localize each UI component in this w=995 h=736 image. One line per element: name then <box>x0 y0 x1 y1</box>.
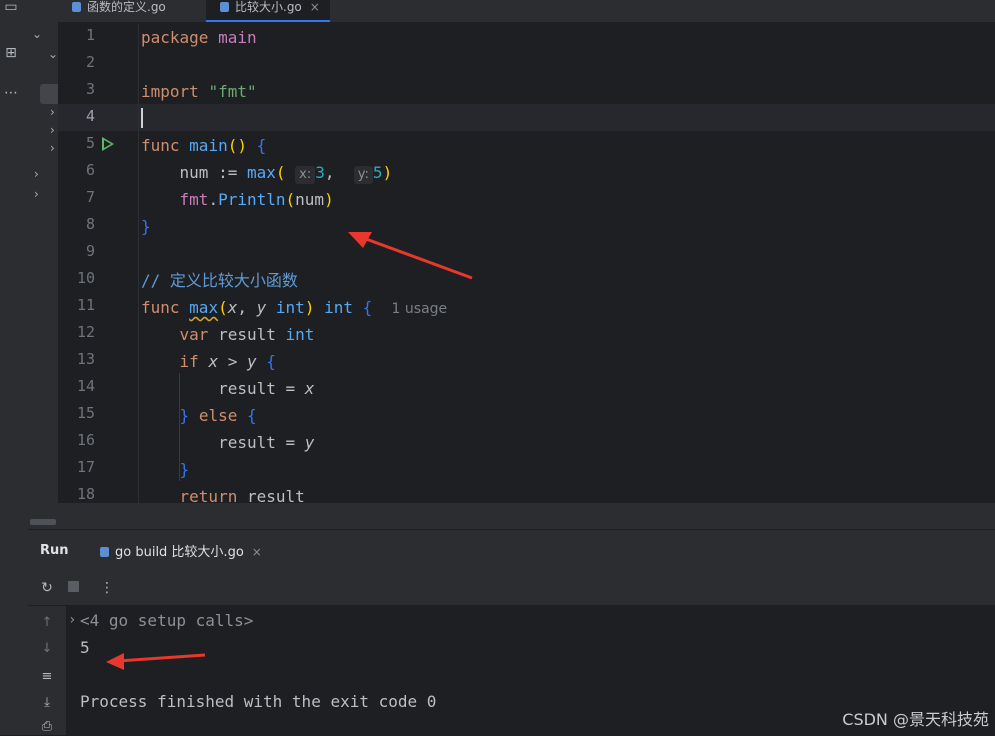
close-icon[interactable]: × <box>310 0 320 14</box>
project-tree: ⌄ ⌄ › › › › › <box>28 0 58 520</box>
line-number: 5 <box>85 134 95 152</box>
program-output: 5 <box>80 638 90 657</box>
stop-icon[interactable] <box>64 579 82 597</box>
soft-wrap-icon[interactable]: ≡ <box>38 668 56 686</box>
editor-tab-bar: 函数的定义.go 比较大小.go × <box>58 0 995 23</box>
rerun-icon[interactable]: ↻ <box>38 579 56 597</box>
line-number: 16 <box>76 431 95 449</box>
structure-icon[interactable]: ⊞ <box>0 42 22 64</box>
chevron-down-icon[interactable]: ⌄ <box>48 46 58 62</box>
line-number: 3 <box>85 80 95 98</box>
line-number: 8 <box>85 215 95 233</box>
code-line-1: package main <box>141 28 257 47</box>
scrollbar-thumb[interactable] <box>30 519 56 525</box>
line-number: 18 <box>76 485 95 503</box>
chevron-right-icon[interactable]: › <box>50 122 55 138</box>
code-line-7: fmt.Println(num) <box>179 190 334 209</box>
chevron-right-icon[interactable]: › <box>50 104 55 120</box>
arrow-up-icon[interactable]: ↑ <box>38 614 56 632</box>
scroll-to-end-icon[interactable]: ⤓ <box>38 694 56 712</box>
more-icon[interactable]: ⋯ <box>0 82 22 104</box>
tab-label: 比较大小.go <box>235 0 302 14</box>
more-options-icon[interactable]: ⋮ <box>98 579 116 597</box>
run-panel-title[interactable]: Run <box>40 543 69 558</box>
chevron-right-icon[interactable]: › <box>34 186 39 202</box>
code-line-13: if x > y { <box>179 352 276 371</box>
run-panel-header: Run go build 比较大小.go × <box>28 529 995 573</box>
code-line-17: } <box>179 460 190 479</box>
tree-selected-item[interactable] <box>40 84 58 104</box>
run-tab-label: go build 比较大小.go <box>115 545 244 560</box>
line-number: 2 <box>85 53 95 71</box>
arrow-down-icon[interactable]: ↓ <box>38 640 56 658</box>
print-icon[interactable]: ⎙ <box>38 718 56 736</box>
code-line-4 <box>141 105 143 132</box>
usage-hint[interactable]: 1 usage <box>392 301 448 317</box>
line-number: 12 <box>76 323 95 341</box>
go-file-icon <box>220 2 229 12</box>
param-hint-y: y: <box>353 166 373 184</box>
setup-calls-fold[interactable]: <4 go setup calls> <box>80 611 253 630</box>
tab-function-definition[interactable]: 函数的定义.go <box>58 0 176 22</box>
tab-compare-size[interactable]: 比较大小.go × <box>206 0 330 22</box>
gutter-divider <box>138 23 139 503</box>
line-number: 17 <box>76 458 95 476</box>
text-caret <box>141 108 143 128</box>
line-gutter: 1 2 3 4 5 6 7 8 9 10 11 12 13 14 15 16 1… <box>58 23 138 503</box>
activity-bar: ▭ ⊞ ⋯ <box>0 0 29 735</box>
current-line-highlight <box>58 104 995 131</box>
code-line-15: } else { <box>179 406 257 425</box>
line-number: 14 <box>76 377 95 395</box>
line-number: 13 <box>76 350 95 368</box>
code-line-8: } <box>141 217 151 236</box>
code-line-14: result = x <box>218 379 315 398</box>
horizontal-scrollbar[interactable] <box>28 503 995 529</box>
chevron-down-icon[interactable]: ⌄ <box>32 26 42 42</box>
go-file-icon <box>72 2 81 12</box>
run-toolbar: ↻ ⋮ <box>28 571 995 606</box>
line-number: 15 <box>76 404 95 422</box>
run-gutter-icon[interactable] <box>102 137 114 151</box>
chevron-right-icon[interactable]: › <box>34 166 39 182</box>
tab-label: 函数的定义.go <box>87 0 166 14</box>
process-finished-line: Process finished with the exit code 0 <box>80 692 437 711</box>
close-icon[interactable]: × <box>252 545 262 559</box>
line-number: 1 <box>85 26 95 44</box>
code-line-18: return result <box>179 487 305 503</box>
line-number: 11 <box>76 296 95 314</box>
code-line-12: var result int <box>179 325 315 344</box>
line-number: 10 <box>76 269 95 287</box>
code-line-6: num := max( x: 3, y: 5) <box>179 163 393 184</box>
code-line-11: func max(x, y int) int { 1 usage <box>141 298 448 317</box>
line-number: 9 <box>85 242 95 260</box>
folder-icon[interactable]: ▭ <box>0 0 22 18</box>
run-config-tab[interactable]: go build 比较大小.go × <box>90 534 272 573</box>
code-line-10: // 定义比较大小函数 <box>141 271 298 290</box>
go-file-icon <box>100 547 109 557</box>
code-line-16: result = y <box>218 433 315 452</box>
line-number: 7 <box>85 188 95 206</box>
param-hint-x: x: <box>295 166 316 184</box>
code-editor[interactable]: 1 2 3 4 5 6 7 8 9 10 11 12 13 14 15 16 1… <box>58 23 995 503</box>
chevron-right-icon[interactable]: › <box>50 140 55 156</box>
code-line-3: import "fmt" <box>141 82 257 101</box>
line-number: 6 <box>85 161 95 179</box>
line-number: 4 <box>85 107 95 125</box>
run-side-toolbar: ↑ ↓ ≡ ⤓ ⎙ <box>28 606 66 735</box>
chevron-right-icon[interactable]: › <box>68 612 76 628</box>
watermark: CSDN @景天科技苑 <box>842 710 989 729</box>
code-line-5: func main() { <box>141 136 267 155</box>
